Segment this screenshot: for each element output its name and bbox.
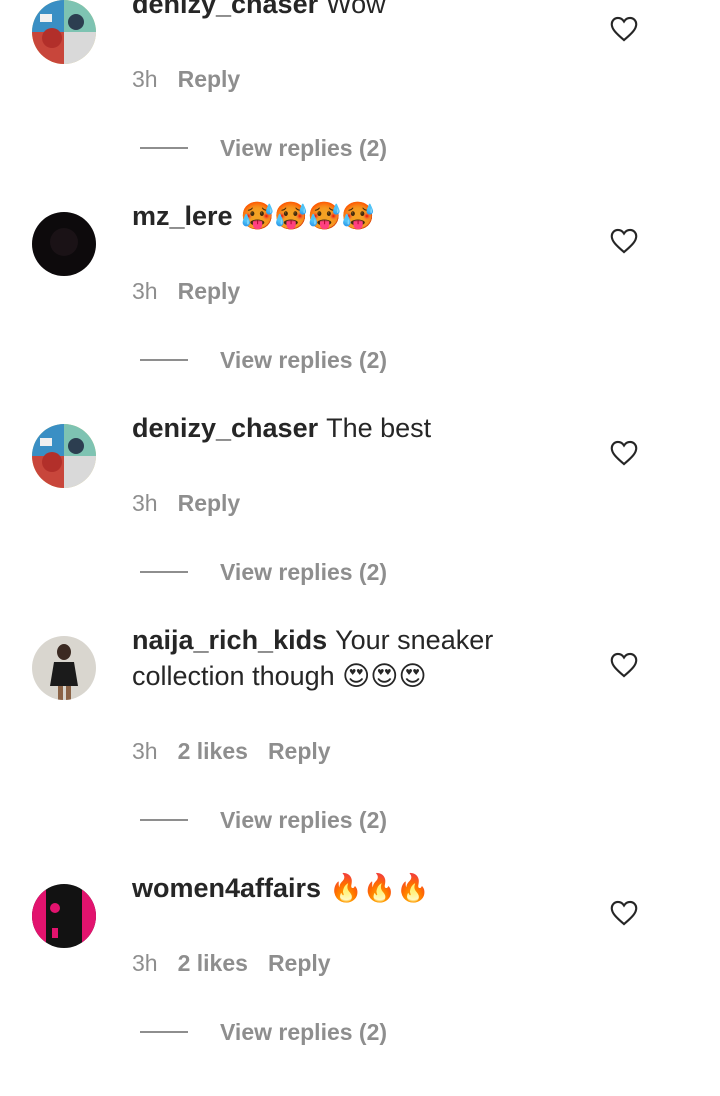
- heart-outline-icon[interactable]: [610, 16, 638, 42]
- heart-outline-icon[interactable]: [610, 900, 638, 926]
- view-replies-button[interactable]: View replies (2): [220, 1018, 387, 1046]
- reply-button[interactable]: Reply: [268, 738, 331, 764]
- comment-username[interactable]: naija_rich_kids: [132, 625, 327, 655]
- avatar[interactable]: [32, 0, 96, 64]
- reply-button[interactable]: Reply: [178, 66, 241, 92]
- comment-item: naija_rich_kids Your sneaker collection t…: [0, 625, 720, 848]
- comment-text: mz_lere 🥵🥵🥵🥵: [132, 198, 572, 234]
- comment-text: naija_rich_kids Your sneaker collection t…: [132, 622, 572, 694]
- comment-body: 🥵🥵🥵🥵: [240, 201, 376, 231]
- view-replies-button[interactable]: View replies (2): [220, 134, 387, 162]
- comment-item: denizy_chaser Wow 3h Reply View replies (2…: [0, 0, 720, 212]
- replies-divider: [140, 147, 188, 149]
- heart-outline-icon[interactable]: [610, 440, 638, 466]
- comment-time: 3h: [132, 66, 158, 92]
- comment-body: Wow: [326, 0, 386, 19]
- comment-meta: 3h Reply: [132, 65, 260, 93]
- replies-divider: [140, 571, 188, 573]
- comment-time: 3h: [132, 738, 158, 764]
- comment-time: 3h: [132, 950, 158, 976]
- comment-item: denizy_chaser The best 3h Reply View repli…: [0, 413, 720, 636]
- comment-body: The best: [326, 413, 432, 443]
- comment-meta: 3h 2 likes Reply: [132, 949, 351, 977]
- comment-username[interactable]: denizy_chaser: [132, 413, 318, 443]
- replies-divider: [140, 359, 188, 361]
- heart-outline-icon[interactable]: [610, 652, 638, 678]
- comment-meta: 3h Reply: [132, 489, 260, 517]
- heart-outline-icon[interactable]: [610, 228, 638, 254]
- comment-username[interactable]: women4affairs: [132, 873, 321, 903]
- comment-item: women4affairs 🔥🔥🔥 3h 2 likes Reply View rep…: [0, 873, 720, 1096]
- comment-time: 3h: [132, 490, 158, 516]
- likes-count[interactable]: 2 likes: [178, 738, 248, 764]
- view-replies-button[interactable]: View replies (2): [220, 558, 387, 586]
- comment-time: 3h: [132, 278, 158, 304]
- reply-button[interactable]: Reply: [268, 950, 331, 976]
- comment-username[interactable]: mz_lere: [132, 201, 233, 231]
- reply-button[interactable]: Reply: [178, 490, 241, 516]
- avatar[interactable]: [32, 636, 96, 700]
- avatar[interactable]: [32, 884, 96, 948]
- comment-meta: 3h 2 likes Reply: [132, 737, 351, 765]
- comment-body: 🔥🔥🔥: [329, 873, 430, 903]
- comment-item: mz_lere 🥵🥵🥵🥵 3h Reply View replies (2): [0, 201, 720, 424]
- comment-username[interactable]: denizy_chaser: [132, 0, 318, 19]
- view-replies-button[interactable]: View replies (2): [220, 346, 387, 374]
- comment-text: women4affairs 🔥🔥🔥: [132, 870, 572, 906]
- comment-meta: 3h Reply: [132, 277, 260, 305]
- avatar[interactable]: [32, 424, 96, 488]
- view-replies-button[interactable]: View replies (2): [220, 806, 387, 834]
- comment-text: denizy_chaser The best: [132, 410, 572, 446]
- replies-divider: [140, 1031, 188, 1033]
- replies-divider: [140, 819, 188, 821]
- likes-count[interactable]: 2 likes: [178, 950, 248, 976]
- comment-text: denizy_chaser Wow: [132, 0, 572, 22]
- avatar[interactable]: [32, 212, 96, 276]
- reply-button[interactable]: Reply: [178, 278, 241, 304]
